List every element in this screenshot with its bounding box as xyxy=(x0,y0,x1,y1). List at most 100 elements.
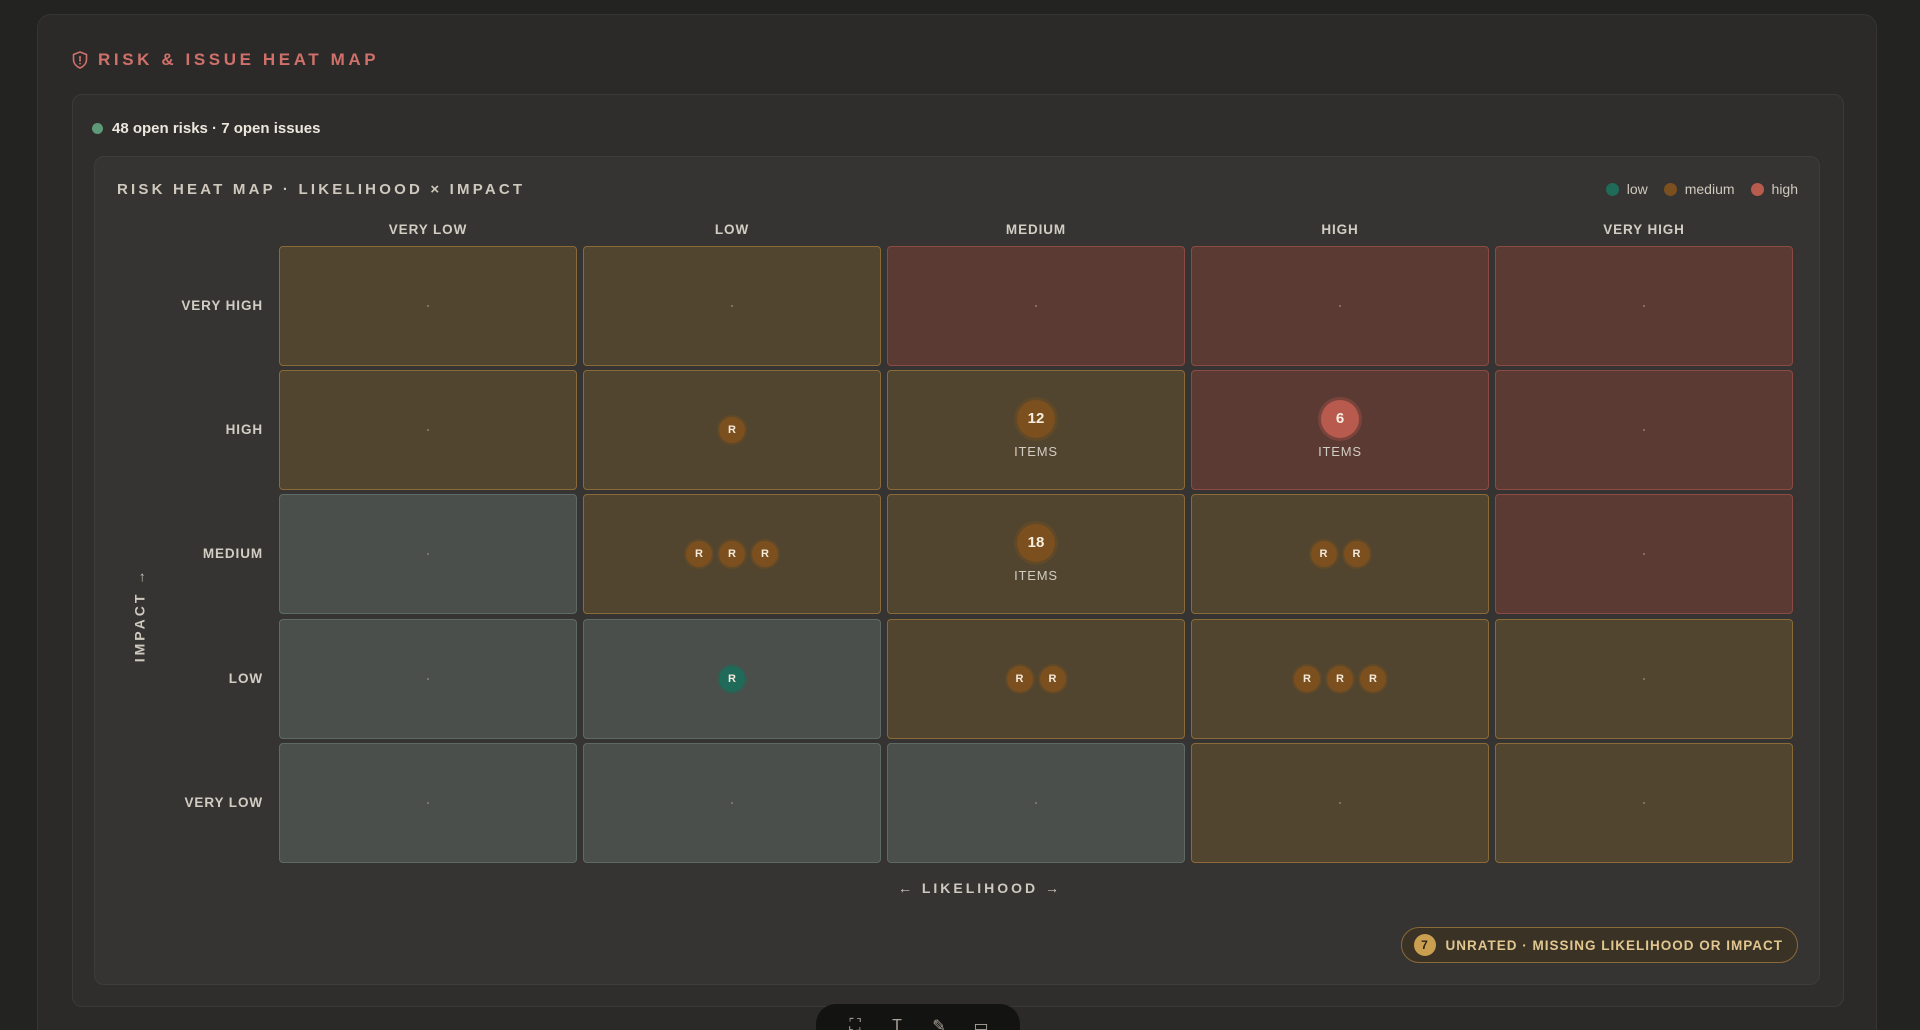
unrated-button[interactable]: 7 UNRATED · MISSING LIKELIHOOD OR IMPACT xyxy=(1400,927,1798,963)
heat-cell[interactable] xyxy=(1495,743,1793,863)
risk-chip[interactable]: R xyxy=(1327,666,1353,692)
empty-dot-icon xyxy=(1643,429,1645,431)
row-header: MEDIUM xyxy=(202,546,263,561)
shield-icon xyxy=(72,51,88,69)
cell-cluster[interactable]: 6 ITEMS xyxy=(1318,399,1362,459)
heat-cell[interactable] xyxy=(1191,246,1489,366)
heat-cell[interactable] xyxy=(1495,494,1793,614)
legend-dot-icon xyxy=(1750,182,1764,196)
heat-cell[interactable]: RR xyxy=(887,619,1185,739)
unrated-count-badge: 7 xyxy=(1413,934,1436,956)
risk-chip[interactable]: R xyxy=(686,541,712,567)
select-icon[interactable]: ⛶ xyxy=(845,1016,865,1030)
heat-cell[interactable]: 6 ITEMS xyxy=(1191,370,1489,490)
risk-chip[interactable]: R xyxy=(719,541,745,567)
cluster-label: ITEMS xyxy=(1014,567,1058,583)
heat-cell[interactable] xyxy=(279,246,577,366)
empty-dot-icon xyxy=(427,802,429,804)
legend-label: high xyxy=(1771,181,1798,197)
status-row: 48 open risks · 7 open issues xyxy=(92,118,320,138)
empty-dot-icon xyxy=(1643,305,1645,307)
pen-icon[interactable]: ✎ xyxy=(929,1016,949,1030)
heat-cell[interactable] xyxy=(279,743,577,863)
heat-cell[interactable]: 18 ITEMS xyxy=(887,494,1185,614)
heat-cell[interactable] xyxy=(1495,246,1793,366)
risk-chip[interactable]: R xyxy=(1310,541,1337,567)
empty-dot-icon xyxy=(731,305,733,307)
column-header: HIGH xyxy=(1321,222,1359,237)
legend-label: low xyxy=(1626,181,1648,197)
legend-dot-icon xyxy=(1663,182,1677,196)
risk-chip[interactable]: R xyxy=(1360,666,1386,692)
chip-row: RR xyxy=(1310,541,1370,567)
heat-cell[interactable] xyxy=(1495,370,1793,490)
cluster-count-badge[interactable]: 18 xyxy=(1016,523,1055,562)
chip-row: R xyxy=(719,666,745,692)
page-title: RISK & ISSUE HEAT MAP xyxy=(98,50,380,69)
risk-chip[interactable]: R xyxy=(719,666,745,692)
legend-item-low: low xyxy=(1605,181,1648,197)
heat-cell[interactable] xyxy=(1495,619,1793,739)
heat-cell[interactable]: RRR xyxy=(583,494,881,614)
unrated-label: UNRATED · MISSING LIKELIHOOD OR IMPACT xyxy=(1445,937,1783,953)
empty-dot-icon xyxy=(1339,305,1341,307)
chip-row: RR xyxy=(1006,666,1066,692)
legend-dot-icon xyxy=(1605,182,1619,196)
risk-chip[interactable]: R xyxy=(719,417,745,443)
legend: low medium high xyxy=(1605,179,1798,199)
column-header: VERY LOW xyxy=(388,222,468,237)
empty-dot-icon xyxy=(1643,553,1645,555)
empty-dot-icon xyxy=(1339,802,1341,804)
column-header: VERY HIGH xyxy=(1603,222,1685,237)
heat-cell[interactable]: 12 ITEMS xyxy=(887,370,1185,490)
cluster-count-badge[interactable]: 6 xyxy=(1320,399,1359,438)
status-dot-icon xyxy=(92,122,103,134)
chip-row: R xyxy=(719,417,745,443)
risk-chip[interactable]: R xyxy=(1294,666,1320,692)
empty-dot-icon xyxy=(427,305,429,307)
empty-dot-icon xyxy=(1643,678,1645,680)
cell-cluster[interactable]: 18 ITEMS xyxy=(1014,523,1058,583)
cluster-label: ITEMS xyxy=(1318,443,1362,459)
row-header: VERY HIGH xyxy=(181,298,263,313)
heat-cell[interactable] xyxy=(887,743,1185,863)
empty-dot-icon xyxy=(1035,305,1037,307)
heat-cell[interactable] xyxy=(583,743,881,863)
text-icon[interactable]: T xyxy=(887,1016,907,1030)
heat-cell[interactable]: R xyxy=(583,619,881,739)
row-header: HIGH xyxy=(225,422,263,437)
risk-chip[interactable]: R xyxy=(752,541,778,567)
risk-chip[interactable]: R xyxy=(1006,666,1033,692)
heat-cell[interactable] xyxy=(1191,743,1489,863)
panel-title: RISK HEAT MAP · LIKELIHOOD × IMPACT xyxy=(117,180,526,198)
risk-chip[interactable]: R xyxy=(1039,666,1066,692)
heat-cell[interactable] xyxy=(279,370,577,490)
row-header: LOW xyxy=(228,671,263,686)
heat-cell[interactable] xyxy=(583,246,881,366)
legend-item-medium: medium xyxy=(1663,181,1735,197)
cluster-count-badge[interactable]: 12 xyxy=(1016,399,1055,438)
bottom-toolbar: ⛶ T ✎ ▭ xyxy=(816,1004,1020,1030)
heat-cell[interactable] xyxy=(887,246,1185,366)
heat-cell[interactable] xyxy=(279,494,577,614)
cluster-label: ITEMS xyxy=(1014,443,1058,459)
row-header: VERY LOW xyxy=(184,795,263,810)
chip-row: RRR xyxy=(686,541,778,567)
empty-dot-icon xyxy=(731,802,733,804)
heat-cell[interactable]: RR xyxy=(1191,494,1489,614)
empty-dot-icon xyxy=(1035,802,1037,804)
empty-dot-icon xyxy=(1643,802,1645,804)
risk-chip[interactable]: R xyxy=(1343,541,1370,567)
legend-item-high: high xyxy=(1750,181,1798,197)
section-title: RISK & ISSUE HEAT MAP xyxy=(72,49,379,71)
comment-icon[interactable]: ▭ xyxy=(971,1016,991,1030)
column-header: MEDIUM xyxy=(1005,222,1067,237)
heat-cell[interactable]: RRR xyxy=(1191,619,1489,739)
likelihood-axis-label: ← LIKELIHOOD → xyxy=(897,880,1063,896)
legend-label: medium xyxy=(1684,181,1735,197)
heat-cell[interactable]: R xyxy=(583,370,881,490)
heat-cell[interactable] xyxy=(279,619,577,739)
impact-axis-label: IMPACT → xyxy=(124,568,154,663)
empty-dot-icon xyxy=(427,678,429,680)
cell-cluster[interactable]: 12 ITEMS xyxy=(1014,399,1058,459)
